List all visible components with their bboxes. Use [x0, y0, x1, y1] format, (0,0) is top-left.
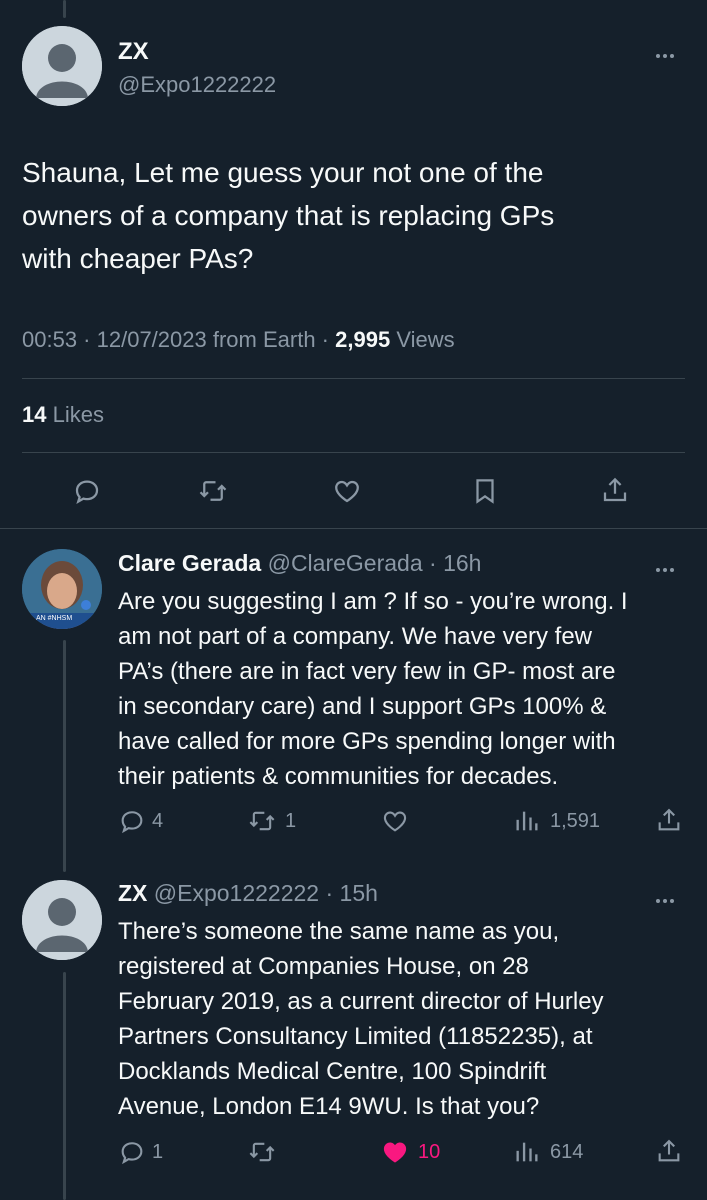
- reply-text-line: PA’s (there are in fact very few in GP- …: [118, 658, 616, 685]
- tweet-meta: 00:53 · 12/07/2023 from Earth · 2,995 Vi…: [22, 327, 455, 352]
- likes-count: 14: [22, 402, 47, 427]
- reply-text-line: have called for more GPs spending longer…: [118, 728, 616, 755]
- reply-text-line: February 2019, as a current director of …: [118, 988, 604, 1015]
- avatar[interactable]: [22, 26, 102, 106]
- thread-line-top: [63, 0, 66, 18]
- reply-text-line: Avenue, London E14 9WU. Is that you?: [118, 1093, 540, 1120]
- retweet-icon[interactable]: [197, 476, 229, 506]
- reply-text-line: Docklands Medical Centre, 100 Spindrift: [118, 1058, 547, 1085]
- reply-time[interactable]: 15h: [340, 880, 378, 906]
- author-handle[interactable]: @Expo1222222: [154, 880, 319, 906]
- retweet-icon[interactable]: [246, 1138, 278, 1166]
- reply-count: 1: [152, 1141, 164, 1163]
- reply-icon[interactable]: [72, 476, 102, 506]
- more-icon[interactable]: [656, 46, 677, 58]
- avatar-banner-text: AN #NHSM: [36, 615, 73, 622]
- author-handle[interactable]: @ClareGerada: [268, 550, 423, 576]
- reply-text-line: am not part of a company. We have very f…: [118, 623, 592, 650]
- tweet-text-line: with cheaper PAs?: [22, 243, 254, 274]
- reply-count: 4: [152, 810, 164, 832]
- more-icon[interactable]: [656, 891, 677, 903]
- reply-text-line: There’s someone the same name as you,: [118, 918, 560, 945]
- like-count: 10: [418, 1141, 441, 1163]
- divider: [0, 528, 707, 529]
- avatar[interactable]: [22, 880, 102, 960]
- author-name[interactable]: ZX: [118, 38, 149, 66]
- reply-header: ZX @Expo1222222 · 15h: [118, 880, 378, 906]
- reply-text-line: Are you suggesting I am ? If so - you’re…: [118, 588, 628, 615]
- retweet-icon[interactable]: [246, 807, 278, 835]
- avatar[interactable]: AN #NHSM: [22, 549, 102, 629]
- reply-time[interactable]: 16h: [443, 550, 481, 576]
- tweet-text-line: Shauna, Let me guess your not one of the: [22, 157, 544, 188]
- tweet-text-line: owners of a company that is replacing GP…: [22, 200, 555, 231]
- likes-label: Likes: [52, 402, 104, 427]
- views-label: Views: [396, 327, 455, 352]
- tweet-date[interactable]: 12/07/2023: [97, 327, 207, 352]
- thread-line: [63, 640, 66, 872]
- reply-text-line: Partners Consultancy Limited (11852235),…: [118, 1023, 593, 1050]
- views-count: 614: [550, 1141, 584, 1163]
- views-count: 2,995: [335, 327, 391, 352]
- tweet-time[interactable]: 00:53: [22, 327, 77, 352]
- reply-header: Clare Gerada @ClareGerada · 16h: [118, 550, 482, 576]
- share-icon[interactable]: [655, 1136, 683, 1166]
- reply-icon[interactable]: [118, 807, 146, 835]
- reply-text-line: their patients & communities for decades…: [118, 763, 559, 790]
- reply-icon[interactable]: [118, 1138, 146, 1166]
- likes-stat[interactable]: 14 Likes: [22, 402, 104, 428]
- share-icon[interactable]: [600, 474, 630, 506]
- author-name[interactable]: Clare Gerada: [118, 550, 261, 576]
- views-count: 1,591: [550, 810, 601, 832]
- reply-text-line: in secondary care) and I support GPs 100…: [118, 693, 607, 720]
- views-icon[interactable]: [513, 807, 541, 835]
- divider: [22, 378, 685, 379]
- views-icon[interactable]: [513, 1138, 541, 1166]
- author-handle[interactable]: @Expo1222222: [118, 72, 276, 98]
- bookmark-icon[interactable]: [470, 475, 500, 507]
- thread-line: [63, 972, 66, 1200]
- like-icon[interactable]: [380, 1138, 410, 1166]
- author-name[interactable]: ZX: [118, 880, 147, 906]
- retweet-count: 1: [285, 810, 297, 832]
- divider: [22, 452, 685, 453]
- more-icon[interactable]: [656, 560, 677, 572]
- like-icon[interactable]: [331, 476, 363, 506]
- share-icon[interactable]: [655, 805, 683, 835]
- tweet-source: from Earth: [212, 327, 316, 352]
- reply-text-line: registered at Companies House, on 28: [118, 953, 529, 980]
- like-icon[interactable]: [380, 807, 410, 835]
